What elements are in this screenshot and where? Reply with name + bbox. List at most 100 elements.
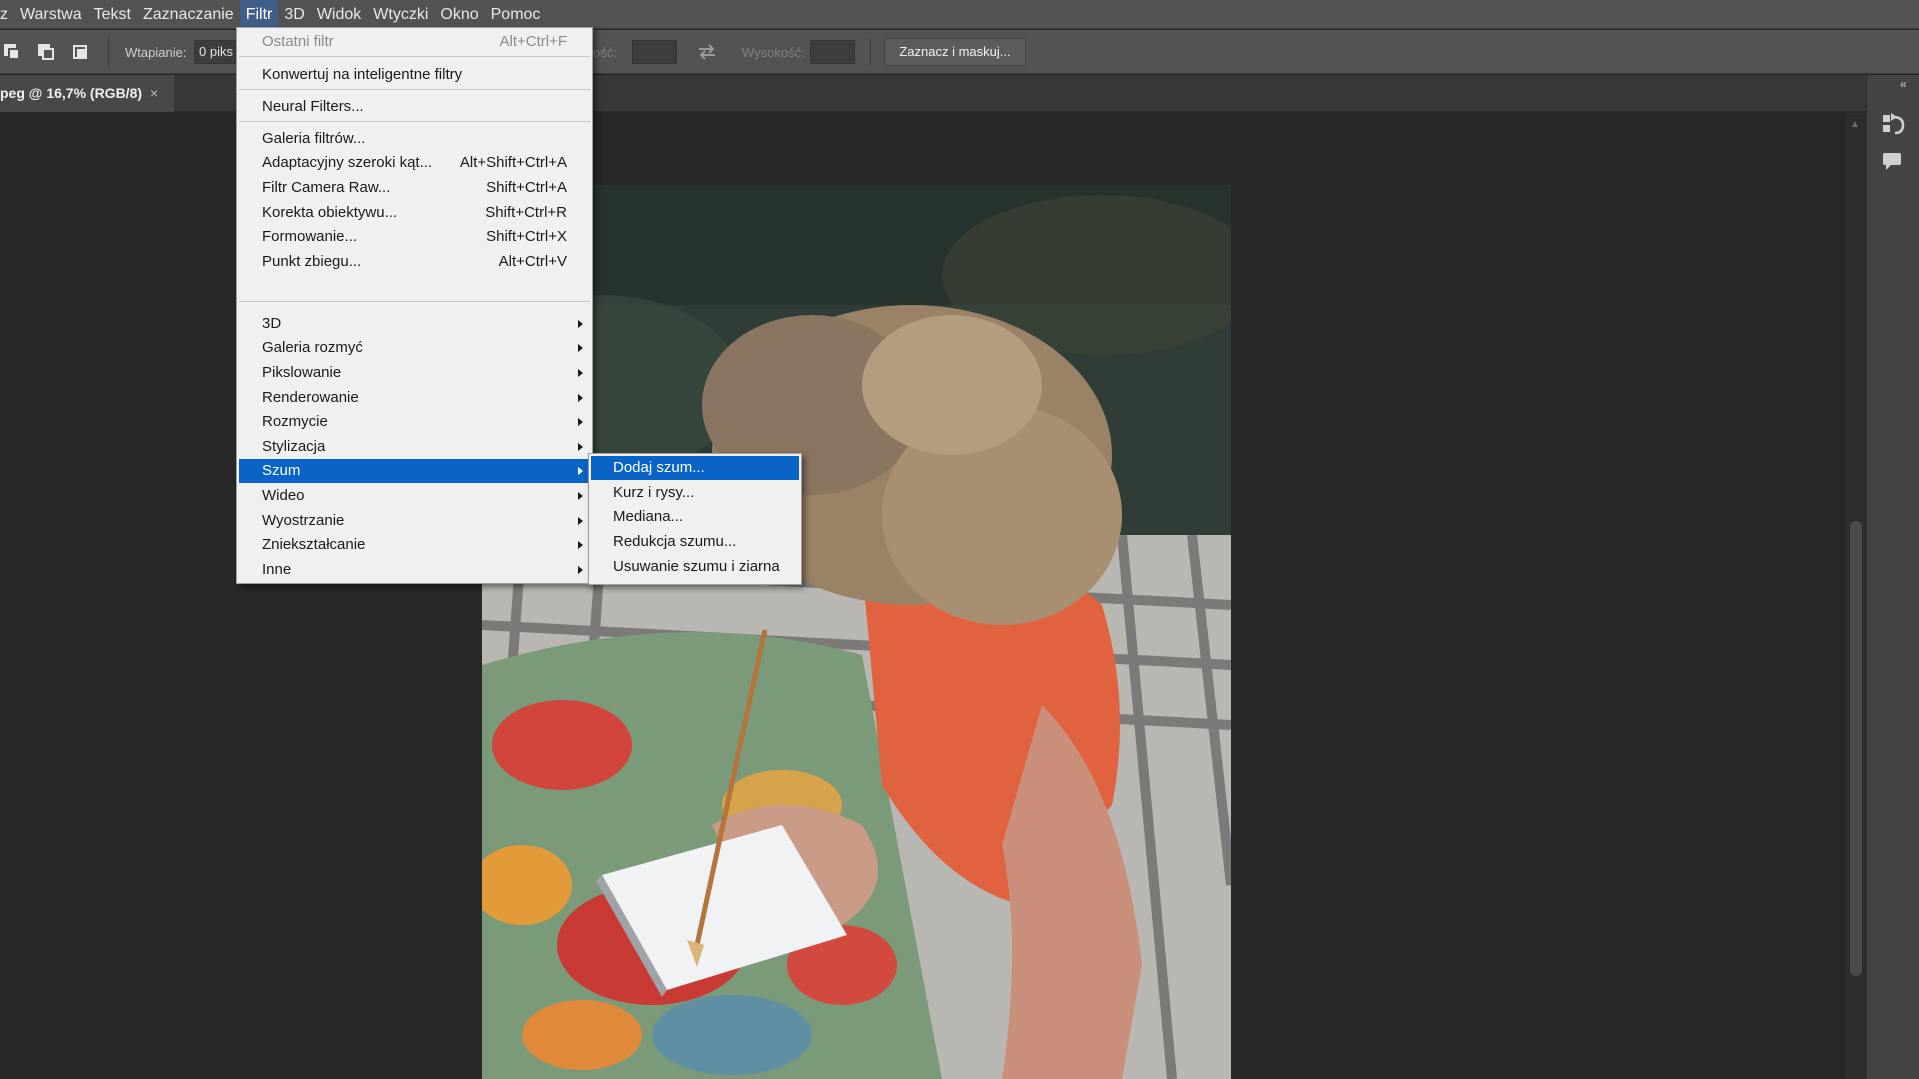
menu-3d[interactable]: 3D — [278, 0, 310, 29]
comments-panel-icon[interactable] — [1869, 141, 1917, 181]
submenu-arrow-icon — [578, 467, 583, 475]
height-label: Wysokość: — [742, 45, 805, 60]
vertical-scrollbar[interactable]: ▲ — [1844, 113, 1866, 1079]
menu-wtyczki[interactable]: Wtyczki — [367, 0, 434, 29]
submenu-arrow-icon — [578, 443, 583, 451]
menu-item-shortcut: Shift+Ctrl+R — [485, 204, 567, 221]
submenu-item-add-noise[interactable]: Dodaj szum... — [591, 456, 799, 480]
toolbar-divider — [108, 38, 109, 66]
submenu-item-reduce-noise[interactable]: Redukcja szumu... — [591, 530, 799, 554]
noise-submenu: Dodaj szum... Kurz i rysy... Mediana... … — [588, 453, 802, 585]
add-to-selection-icon[interactable] — [36, 42, 56, 62]
menu-item-adaptive-wide-angle[interactable]: Adaptacyjny szeroki kąt... Alt+Shift+Ctr… — [239, 151, 590, 175]
menu-item-label: Inne — [262, 561, 292, 578]
menu-item-label: Wyostrzanie — [262, 512, 345, 529]
menu-item-vanishing-point[interactable]: Punkt zbiegu... Alt+Ctrl+V — [239, 250, 590, 274]
menu-item-3d[interactable]: 3D — [239, 312, 590, 336]
width-input[interactable] — [632, 40, 677, 64]
menu-pomoc[interactable]: Pomoc — [485, 0, 547, 29]
menu-item-label: Neural Filters... — [262, 98, 364, 115]
submenu-arrow-icon — [578, 394, 583, 402]
menu-item-shortcut: Alt+Ctrl+V — [498, 253, 567, 270]
menu-item-label: Punkt zbiegu... — [262, 253, 362, 270]
menu-item-noise[interactable]: Szum — [239, 459, 590, 483]
menu-zaznaczanie[interactable]: Zaznaczanie — [137, 0, 240, 29]
menu-divider — [239, 89, 590, 90]
swap-icon[interactable] — [696, 42, 718, 62]
history-panel-icon[interactable] — [1869, 103, 1917, 143]
menu-item-shortcut: Alt+Shift+Ctrl+A — [459, 154, 567, 171]
menu-item-label: Galeria filtrów... — [262, 130, 366, 147]
menu-item-shortcut: Shift+Ctrl+X — [486, 228, 567, 245]
collapse-panels-icon[interactable]: « — [1900, 77, 1907, 91]
height-input[interactable] — [810, 40, 855, 64]
menu-item-partial[interactable]: z — [0, 0, 14, 29]
menu-item-label: Konwertuj na inteligentne filtry — [262, 66, 463, 83]
menu-item-blur-gallery[interactable]: Galeria rozmyć — [239, 336, 590, 360]
menu-item-label: 3D — [262, 315, 282, 332]
document-image — [482, 185, 1231, 1079]
menu-item-shortcut: Alt+Ctrl+F — [499, 33, 567, 50]
menu-item-video[interactable]: Wideo — [239, 484, 590, 508]
submenu-arrow-icon — [578, 344, 583, 352]
menu-item-label: Galeria rozmyć — [262, 339, 363, 356]
submenu-arrow-icon — [578, 566, 583, 574]
menu-item-liquify[interactable]: Formowanie... Shift+Ctrl+X — [239, 225, 590, 249]
menu-divider — [239, 301, 590, 302]
menu-item-lens-correction[interactable]: Korekta obiektywu... Shift+Ctrl+R — [239, 201, 590, 225]
menu-item-label: Rozmycie — [262, 413, 328, 430]
menu-item-shortcut: Shift+Ctrl+A — [486, 179, 567, 196]
menu-item-distort[interactable]: Zniekształcanie — [239, 533, 590, 557]
scroll-up-icon[interactable]: ▲ — [1850, 119, 1860, 130]
submenu-item-median[interactable]: Mediana... — [591, 505, 799, 529]
menu-item-sharpen[interactable]: Wyostrzanie — [239, 509, 590, 533]
menu-item-label: Formowanie... — [262, 228, 358, 245]
menu-item-blur[interactable]: Rozmycie — [239, 410, 590, 434]
intersect-selection-icon[interactable] — [70, 42, 90, 62]
menu-item-label: Ostatni filtr — [262, 33, 334, 50]
menu-item-convert-smart-filters[interactable]: Konwertuj na inteligentne filtry — [239, 63, 590, 87]
width-label: ość: — [593, 45, 617, 60]
menu-warstwa[interactable]: Warstwa — [14, 0, 88, 29]
menu-item-render[interactable]: Renderowanie — [239, 386, 590, 410]
select-and-mask-button[interactable]: Zaznacz i maskuj... — [884, 38, 1026, 66]
menu-item-label: Wideo — [262, 487, 305, 504]
menu-filtr[interactable]: Filtr — [239, 0, 279, 29]
scrollbar-thumb[interactable] — [1850, 521, 1862, 976]
menu-okno[interactable]: Okno — [434, 0, 484, 29]
menu-item-label: Renderowanie — [262, 389, 359, 406]
menu-widok[interactable]: Widok — [311, 0, 367, 29]
menu-item-label: Szum — [262, 462, 301, 479]
menu-item-last-filter: Ostatni filtr Alt+Ctrl+F — [239, 30, 590, 54]
menu-item-camera-raw[interactable]: Filtr Camera Raw... Shift+Ctrl+A — [239, 176, 590, 200]
close-icon[interactable]: × — [150, 75, 158, 112]
menu-item-label: Adaptacyjny szeroki kąt... — [262, 154, 433, 171]
menu-bar: z Warstwa Tekst Zaznaczanie Filtr 3D Wid… — [0, 0, 1919, 29]
submenu-arrow-icon — [578, 320, 583, 328]
menu-item-stylize[interactable]: Stylizacja — [239, 435, 590, 459]
menu-item-filter-gallery[interactable]: Galeria filtrów... — [239, 127, 590, 151]
menu-item-pixelate[interactable]: Pikslowanie — [239, 361, 590, 385]
menu-item-label: Stylizacja — [262, 438, 326, 455]
menu-item-label: Zniekształcanie — [262, 536, 366, 553]
toolbar-divider — [870, 38, 871, 66]
document-tab[interactable]: peg @ 16,7% (RGB/8) × — [0, 75, 174, 112]
submenu-arrow-icon — [578, 492, 583, 500]
menu-divider — [239, 56, 590, 57]
menu-item-label: Pikslowanie — [262, 364, 342, 381]
submenu-item-dust-scratches[interactable]: Kurz i rysy... — [591, 481, 799, 505]
submenu-arrow-icon — [578, 541, 583, 549]
document-tab-title: peg @ 16,7% (RGB/8) — [0, 85, 143, 101]
menu-item-label: Korekta obiektywu... — [262, 204, 398, 221]
menu-item-neural-filters[interactable]: Neural Filters... — [239, 95, 590, 119]
submenu-arrow-icon — [578, 369, 583, 377]
submenu-item-remove-noise-grain[interactable]: Usuwanie szumu i ziarna — [591, 555, 799, 579]
submenu-arrow-icon — [578, 418, 583, 426]
feather-label: Wtapianie: — [125, 45, 187, 60]
menu-tekst[interactable]: Tekst — [88, 0, 137, 29]
panel-dock: « — [1866, 75, 1919, 1079]
menu-divider — [239, 121, 590, 122]
menu-item-other[interactable]: Inne — [239, 558, 590, 582]
new-selection-icon[interactable] — [2, 42, 22, 62]
menu-item-label: Filtr Camera Raw... — [262, 179, 391, 196]
